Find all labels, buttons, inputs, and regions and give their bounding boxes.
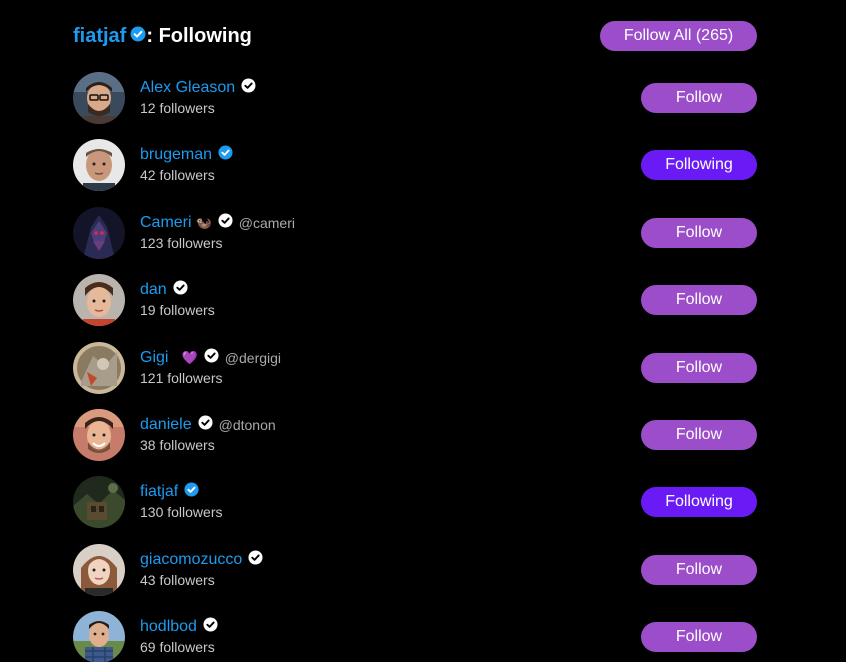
follower-count: 130 followers [140, 504, 223, 520]
avatar[interactable] [73, 544, 125, 596]
verified-badge-icon [184, 482, 199, 502]
verified-badge-icon [241, 78, 256, 98]
verified-badge-icon [173, 280, 188, 300]
following-button[interactable]: Following [641, 150, 757, 180]
follow-button[interactable]: Follow [641, 555, 757, 585]
list-item: Cameri 🦦 @cameri 123 followers Follow [73, 207, 757, 259]
follower-count: 12 followers [140, 100, 215, 116]
user-info: giacomozucco 43 followers [140, 549, 263, 588]
follow-button[interactable]: Follow [641, 218, 757, 248]
follower-count: 121 followers [140, 370, 223, 386]
following-page: fiatjaf : Following Follow All (265) Ale… [0, 0, 846, 662]
verified-badge-icon [203, 617, 218, 637]
user-info: fiatjaf 130 followers [140, 481, 223, 520]
verified-badge-icon [130, 25, 146, 48]
follow-button[interactable]: Follow [641, 285, 757, 315]
user-info: daniele @dtonon 38 followers [140, 414, 276, 453]
header-title-text: Following [158, 24, 252, 47]
avatar[interactable] [73, 139, 125, 191]
avatar[interactable] [73, 274, 125, 326]
user-name-link[interactable]: Cameri [140, 214, 192, 232]
avatar[interactable] [73, 409, 125, 461]
follow-all-button[interactable]: Follow All (265) [600, 21, 757, 51]
verified-badge-icon [198, 415, 213, 435]
user-name-link[interactable]: hodlbod [140, 618, 197, 636]
follow-button[interactable]: Follow [641, 622, 757, 652]
page-title: fiatjaf : Following [73, 25, 252, 48]
list-item: daniele @dtonon 38 followers Follow [73, 409, 757, 461]
list-item: hodlbod 69 followers Follow [73, 611, 757, 662]
user-handle: @dtonon [218, 417, 276, 433]
user-name-link[interactable]: fiatjaf [140, 483, 178, 501]
user-name-link[interactable]: Gigi [140, 349, 168, 367]
user-info: brugeman 42 followers [140, 144, 233, 183]
header-separator: : [146, 24, 159, 47]
user-info: Cameri 🦦 @cameri 123 followers [140, 212, 295, 251]
follow-button[interactable]: Follow [641, 420, 757, 450]
user-emoji: ⚡💜 [172, 350, 198, 366]
verified-badge-icon [218, 213, 233, 233]
follower-count: 69 followers [140, 639, 215, 655]
header-username-link[interactable]: fiatjaf [73, 25, 126, 48]
user-info: hodlbod 69 followers [140, 616, 218, 655]
list-item: dan 19 followers Follow [73, 274, 757, 326]
user-emoji: 🦦 [195, 215, 212, 231]
list-item: giacomozucco 43 followers Follow [73, 544, 757, 596]
follower-count: 19 followers [140, 302, 215, 318]
page-header: fiatjaf : Following Follow All (265) [73, 20, 757, 52]
user-name-link[interactable]: dan [140, 281, 167, 299]
follower-count: 123 followers [140, 235, 223, 251]
list-item: Gigi ⚡💜 @dergigi 121 followers Follow [73, 342, 757, 394]
follower-count: 42 followers [140, 167, 215, 183]
list-item: brugeman 42 followers Following [73, 139, 757, 191]
list-item: Alex Gleason 12 followers Follow [73, 72, 757, 124]
follower-count: 38 followers [140, 437, 215, 453]
verified-badge-icon [204, 348, 219, 368]
user-name-link[interactable]: daniele [140, 416, 192, 434]
list-item: fiatjaf 130 followers Following [73, 476, 757, 528]
avatar[interactable] [73, 476, 125, 528]
verified-badge-icon [248, 550, 263, 570]
user-handle: @dergigi [224, 350, 282, 366]
avatar[interactable] [73, 611, 125, 662]
user-name-link[interactable]: brugeman [140, 146, 212, 164]
user-name-link[interactable]: giacomozucco [140, 551, 242, 569]
avatar[interactable] [73, 342, 125, 394]
user-info: Alex Gleason 12 followers [140, 77, 256, 116]
user-name-link[interactable]: Alex Gleason [140, 79, 235, 97]
follower-count: 43 followers [140, 572, 215, 588]
following-button[interactable]: Following [641, 487, 757, 517]
avatar[interactable] [73, 207, 125, 259]
follow-button[interactable]: Follow [641, 83, 757, 113]
user-info: dan 19 followers [140, 279, 215, 318]
user-handle: @cameri [238, 215, 295, 231]
verified-badge-icon [218, 145, 233, 165]
follow-button[interactable]: Follow [641, 353, 757, 383]
avatar[interactable] [73, 72, 125, 124]
user-info: Gigi ⚡💜 @dergigi 121 followers [140, 347, 281, 386]
